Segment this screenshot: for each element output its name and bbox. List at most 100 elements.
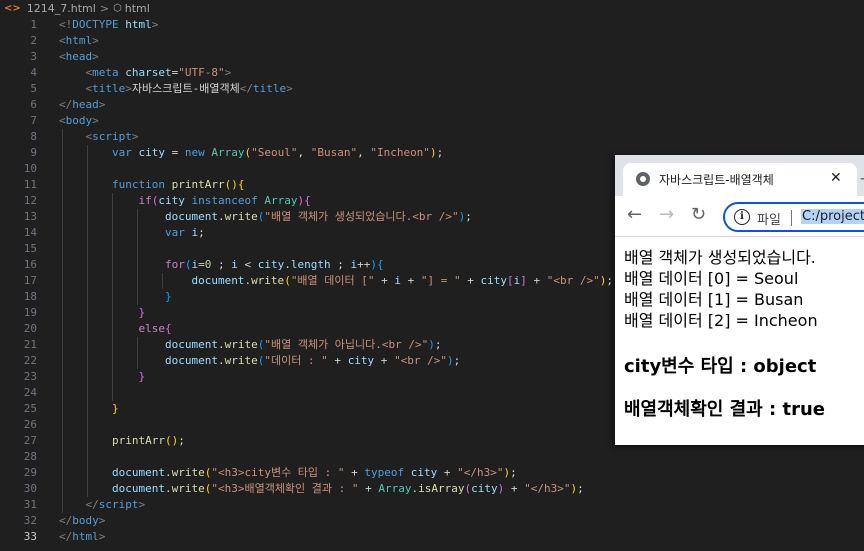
line-code[interactable]: var city = new Array("Seoul", "Busan", "… [59, 145, 443, 161]
line-number: 3 [30, 50, 37, 63]
code-token: title [92, 82, 126, 95]
address-divider [791, 210, 792, 226]
code-token: write [251, 274, 285, 287]
line-code[interactable]: </body> [59, 513, 105, 529]
line-code[interactable]: document.write("<h3>배열객체확인 결과 : " + Arra… [59, 481, 584, 497]
close-icon[interactable]: ✕ [830, 170, 842, 186]
code-token: function [111, 178, 165, 191]
code-token: . [217, 338, 225, 351]
code-token: head [65, 50, 93, 63]
code-token: + [358, 482, 379, 495]
tab-title: 자바스크립트-배열객체 [659, 173, 774, 187]
code-token: var [164, 226, 185, 239]
code-token: + [401, 274, 421, 287]
line-number: 22 [23, 354, 37, 367]
code-line[interactable]: 4 <meta charset="UTF-8"> [0, 65, 864, 81]
code-token: head [72, 98, 99, 111]
code-line[interactable]: 3 <head> [0, 49, 864, 65]
line-code[interactable]: <title>자바스크립트-배열객체</title> [59, 81, 293, 97]
line-code[interactable]: var i; [59, 225, 205, 241]
code-token: < [59, 50, 66, 63]
page-content: 배열 객체가 생성되었습니다. 배열 데이터 [0] = Seoul 배열 데이… [624, 247, 864, 420]
line-code[interactable]: </html> [59, 529, 105, 545]
line-number: 21 [23, 338, 37, 351]
line-number: 33 [23, 530, 37, 543]
code-token: ++ [357, 258, 371, 271]
line-code[interactable]: printArr(); [59, 433, 185, 449]
code-token: > [92, 50, 99, 63]
reload-icon[interactable]: ↻ [691, 205, 706, 225]
line-code[interactable]: <html> [59, 33, 99, 49]
line-code[interactable]: } [59, 305, 145, 321]
code-token: { [164, 322, 172, 335]
line-code[interactable]: document.write("배열 데이터 [" + i + "] = " +… [59, 273, 613, 289]
line-number: 32 [23, 514, 37, 527]
browser-tab[interactable]: 자바스크립트-배열객체 ✕ [623, 163, 857, 196]
line-code[interactable]: else{ [59, 321, 172, 337]
code-line[interactable]: 31 </script> [0, 497, 864, 513]
code-token: } [111, 402, 119, 415]
code-token: > [92, 114, 99, 127]
code-token: , [297, 146, 311, 159]
breadcrumb: <> 1214_7.html > ⬡ html [0, 0, 864, 17]
line-number: 26 [23, 418, 37, 431]
line-code[interactable]: document.write("<h3>city변수 타입 : " + type… [59, 465, 517, 481]
address-url[interactable]: C:/project [801, 209, 864, 224]
code-token: > [98, 98, 106, 111]
arrow-left-icon[interactable]: ← [627, 205, 642, 225]
line-code[interactable]: </script> [59, 497, 146, 513]
code-token: body [72, 514, 99, 527]
line-code[interactable]: } [59, 369, 145, 385]
breadcrumb-element[interactable]: html [125, 2, 150, 15]
line-code[interactable]: } [59, 401, 119, 417]
arrow-right-icon[interactable]: → [659, 205, 674, 225]
info-icon[interactable]: i [734, 209, 750, 225]
code-line[interactable]: 5 <title>자바스크립트-배열객체</title> [0, 81, 864, 97]
line-code[interactable]: <script> [59, 129, 139, 145]
code-line[interactable]: 30 document.write("<h3>배열객체확인 결과 : " + A… [0, 481, 864, 497]
code-token: = [164, 146, 185, 159]
address-bar[interactable]: i 파일 C:/project [723, 202, 864, 232]
code-token: ) [429, 146, 437, 159]
line-code[interactable]: <meta charset="UTF-8"> [59, 65, 232, 81]
code-token: < [59, 114, 66, 127]
code-token: document [164, 338, 218, 351]
code-line[interactable]: 1 <!DOCTYPE html> [0, 17, 864, 33]
line-code[interactable]: document.write("배열 객체가 생성되었습니다.<br />"); [59, 209, 472, 225]
code-token: } [138, 306, 146, 319]
code-token: + [374, 274, 395, 287]
code-token: "<h3>배열객체확인 결과 : " [211, 482, 359, 495]
code-line[interactable]: 29 document.write("<h3>city변수 타입 : " + t… [0, 465, 864, 481]
line-code[interactable]: <!DOCTYPE html> [59, 17, 158, 33]
line-number: 31 [23, 498, 37, 511]
code-token: html [65, 34, 93, 47]
new-tab-icon[interactable]: + [859, 169, 864, 188]
line-code[interactable]: } [59, 289, 172, 305]
code-token: </ [59, 530, 73, 543]
code-line[interactable]: 8 <script> [0, 129, 864, 145]
line-code[interactable]: document.write("데이터 : " + city + "<br />… [59, 353, 460, 369]
line-code[interactable]: <head> [59, 49, 99, 65]
breadcrumb-separator: > [99, 2, 110, 15]
code-line[interactable]: 32 </body> [0, 513, 864, 529]
line-code[interactable]: document.write("배열 객체가 아닙니다.<br />"); [59, 337, 442, 353]
line-code[interactable]: function printArr(){ [59, 177, 244, 193]
line-number: 20 [23, 322, 37, 335]
code-line[interactable]: 33 </html> [0, 529, 864, 545]
line-code[interactable]: </head> [59, 97, 105, 113]
breadcrumb-file[interactable]: 1214_7.html [27, 2, 96, 15]
code-token: "<br />" [546, 274, 600, 287]
code-line[interactable]: 6 </head> [0, 97, 864, 113]
line-code[interactable]: <body> [59, 113, 99, 129]
code-line[interactable]: 28 [0, 449, 864, 465]
code-line[interactable]: 2 <html> [0, 33, 864, 49]
line-code[interactable]: if(city instanceof Array){ [59, 193, 310, 209]
code-token: "<br />" [394, 354, 448, 367]
line-code[interactable]: for(i=0 ; i < city.length ; i++){ [59, 257, 384, 273]
code-line[interactable]: 7 <body> [0, 113, 864, 129]
code-token: </ [59, 98, 73, 111]
